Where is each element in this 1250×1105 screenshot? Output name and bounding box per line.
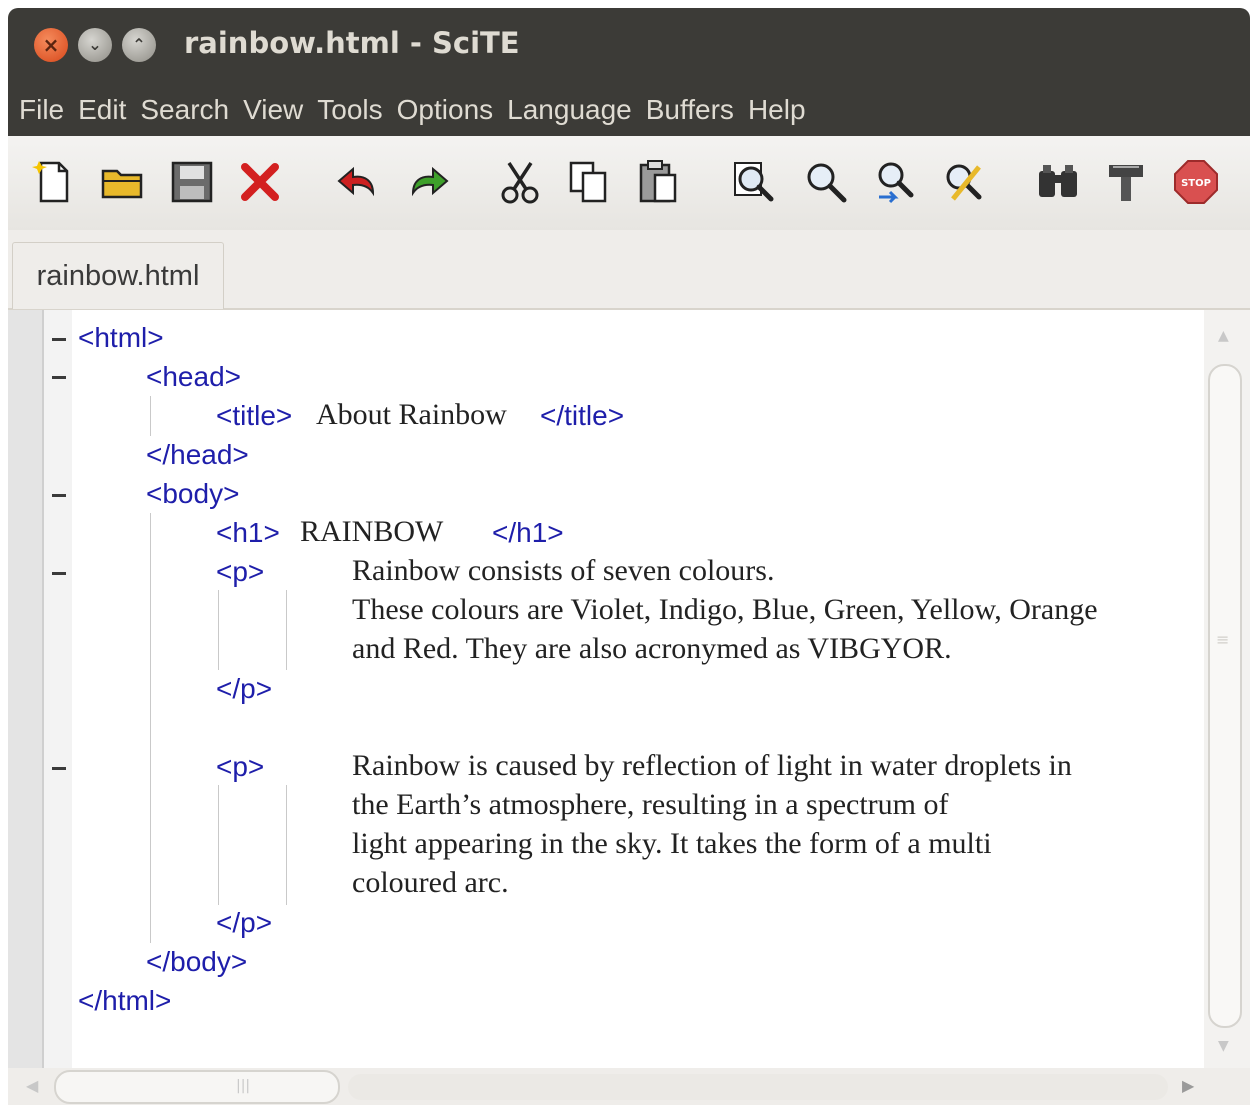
- find-next-button[interactable]: [798, 154, 854, 210]
- scroll-up-icon[interactable]: ▲: [1218, 328, 1229, 344]
- tab-label: rainbow.html: [36, 259, 200, 292]
- scroll-right-icon[interactable]: ▶: [1182, 1076, 1194, 1095]
- code-tag: </h1>: [492, 517, 564, 548]
- undo-icon: [337, 166, 375, 197]
- code-tag: </body>: [146, 946, 248, 977]
- vertical-scroll-thumb[interactable]: [1208, 364, 1242, 1028]
- minimize-icon: ⌄: [88, 35, 102, 54]
- menu-language[interactable]: Language: [500, 94, 639, 126]
- maximize-window-button[interactable]: ⌃: [122, 28, 156, 62]
- toolbar: STOP: [8, 136, 1250, 231]
- window-title: rainbow.html - SciTE: [184, 26, 520, 60]
- build-button[interactable]: [1098, 154, 1154, 210]
- cut-icon: [501, 162, 539, 204]
- redo-icon: [411, 166, 449, 197]
- tab-rainbow-html[interactable]: rainbow.html: [12, 242, 224, 309]
- code-tag: <html>: [78, 322, 164, 353]
- find-button[interactable]: [726, 154, 782, 210]
- new-file-button[interactable]: [26, 154, 82, 210]
- menu-view[interactable]: View: [236, 94, 310, 126]
- close-icon: ×: [42, 33, 60, 57]
- code-text-content: and Red. They are also acronymed as VIBG…: [352, 632, 952, 665]
- new-file-icon: [32, 161, 69, 203]
- grip-icon: |||: [236, 1078, 251, 1094]
- horizontal-scrollbar[interactable]: ◀ ||| ▶: [8, 1068, 1250, 1105]
- menu-bar: File Edit Search View Tools Options Lang…: [8, 84, 1250, 136]
- replace-icon: [946, 164, 982, 201]
- code-tag: </title>: [540, 400, 625, 431]
- paste-button[interactable]: [630, 154, 686, 210]
- compile-button[interactable]: [1030, 154, 1086, 210]
- vertical-scrollbar[interactable]: ▲ ≡ ▼: [1204, 310, 1250, 1070]
- stop-button[interactable]: STOP: [1168, 154, 1224, 210]
- editor-pane[interactable]: <html> <head> <title> About Rainbow </ti…: [8, 310, 1250, 1070]
- open-folder-icon: [101, 169, 143, 199]
- menu-file[interactable]: File: [12, 94, 71, 126]
- code-tag: </head>: [146, 439, 249, 470]
- svg-text:STOP: STOP: [1181, 178, 1211, 189]
- horizontal-scroll-thumb[interactable]: |||: [54, 1070, 340, 1104]
- undo-button[interactable]: [330, 154, 386, 210]
- replace-button[interactable]: [936, 154, 992, 210]
- scroll-down-icon[interactable]: ▼: [1218, 1038, 1229, 1054]
- code-text: <html> <head> <title> About Rainbow </ti…: [8, 310, 1198, 1070]
- save-button[interactable]: [164, 154, 220, 210]
- copy-icon: [569, 161, 607, 203]
- grip-icon: ≡: [1216, 630, 1230, 649]
- code-text-content: About Rainbow: [316, 398, 507, 431]
- tab-bar: rainbow.html: [8, 230, 1250, 310]
- build-icon: [1109, 165, 1143, 201]
- close-window-button[interactable]: ×: [34, 28, 68, 62]
- scroll-left-icon[interactable]: ◀: [26, 1076, 38, 1095]
- code-text-content: These colours are Violet, Indigo, Blue, …: [352, 593, 1098, 626]
- code-tag: <p>: [216, 751, 265, 782]
- menu-edit[interactable]: Edit: [71, 94, 133, 126]
- paste-icon: [639, 160, 677, 203]
- menu-tools[interactable]: Tools: [310, 94, 389, 126]
- find-in-files-button[interactable]: [868, 154, 924, 210]
- cut-button[interactable]: [492, 154, 548, 210]
- stop-icon: STOP: [1174, 160, 1218, 204]
- code-tag: <title>: [216, 400, 293, 431]
- menu-help[interactable]: Help: [741, 94, 813, 126]
- copy-button[interactable]: [560, 154, 616, 210]
- maximize-icon: ⌃: [132, 35, 146, 54]
- title-bar[interactable]: × ⌄ ⌃ rainbow.html - SciTE: [8, 8, 1250, 84]
- close-file-icon: [241, 163, 279, 201]
- menu-buffers[interactable]: Buffers: [639, 94, 741, 126]
- open-file-button[interactable]: [94, 154, 150, 210]
- code-text-content: Rainbow consists of seven colours.: [352, 554, 775, 587]
- code-tag: </p>: [216, 673, 273, 704]
- close-file-button[interactable]: [232, 154, 288, 210]
- code-tag: </html>: [78, 985, 172, 1016]
- find-next-icon: [807, 163, 847, 203]
- save-icon: [171, 161, 213, 203]
- find-in-files-icon: [878, 162, 914, 204]
- find-icon: [734, 162, 774, 202]
- code-text-content: RAINBOW: [300, 515, 444, 548]
- menu-search[interactable]: Search: [133, 94, 236, 126]
- code-text-content: coloured arc.: [352, 866, 509, 899]
- horizontal-scroll-track[interactable]: [348, 1074, 1168, 1100]
- minimize-window-button[interactable]: ⌄: [78, 28, 112, 62]
- code-text-content: Rainbow is caused by reflection of light…: [352, 749, 1072, 782]
- code-tag: <head>: [146, 361, 241, 392]
- compile-icon: [1039, 165, 1077, 197]
- code-text-content: light appearing in the sky. It takes the…: [352, 827, 992, 860]
- code-tag: </p>: [216, 907, 273, 938]
- scite-window: × ⌄ ⌃ rainbow.html - SciTE File Edit Sea…: [8, 8, 1250, 1105]
- code-tag: <p>: [216, 556, 265, 587]
- code-text-content: the Earth’s atmosphere, resulting in a s…: [352, 788, 949, 821]
- code-tag: <h1>: [216, 517, 280, 548]
- redo-button[interactable]: [400, 154, 456, 210]
- code-tag: <body>: [146, 478, 240, 509]
- menu-options[interactable]: Options: [390, 94, 501, 126]
